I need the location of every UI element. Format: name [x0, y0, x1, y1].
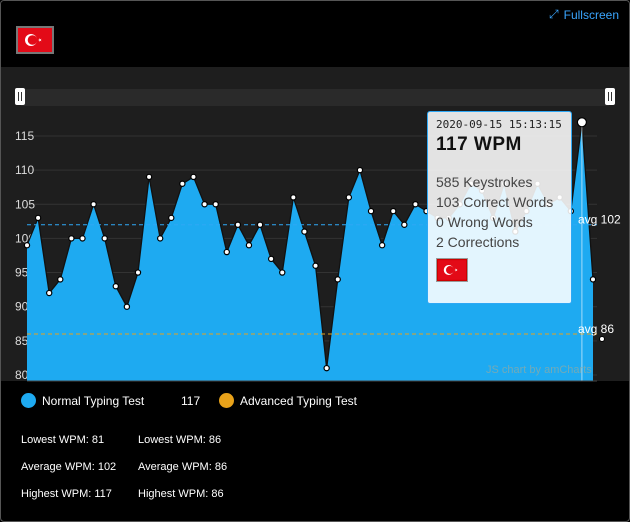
data-point	[323, 364, 330, 372]
average-guide-label: avg 86	[578, 322, 614, 336]
data-point	[112, 283, 119, 290]
legend-marker-normal[interactable]	[21, 393, 36, 408]
data-point	[190, 173, 197, 181]
tooltip-keystrokes: 585 Keystrokes	[436, 174, 533, 190]
data-point	[45, 289, 53, 297]
data-point	[345, 194, 353, 201]
data-point	[267, 255, 275, 263]
average-guide-label: avg 102	[578, 213, 621, 227]
tooltip-correct-words: 103 Correct Words	[436, 194, 554, 210]
typing-stats-widget: ⤢ Fullscreen 80 85 90 95 100 105 110 115 avg 102…	[0, 0, 630, 522]
advanced-average-wpm: Average WPM: 86	[138, 461, 228, 473]
data-point	[356, 166, 364, 174]
normal-average-wpm: Average WPM: 102	[21, 461, 117, 473]
data-point	[367, 207, 375, 215]
advanced-highest-wpm: Highest WPM: 86	[138, 488, 224, 500]
legend-label-normal[interactable]: Normal Typing Test	[42, 394, 181, 408]
y-tick-label: 85	[15, 334, 29, 348]
data-point	[589, 276, 597, 283]
data-point	[201, 201, 208, 208]
data-point	[179, 180, 186, 187]
data-point	[34, 214, 42, 222]
data-point	[223, 248, 230, 256]
data-point	[312, 262, 319, 269]
data-point	[290, 194, 297, 201]
data-point	[234, 221, 242, 228]
data-point	[90, 201, 97, 208]
chart-legend: Normal Typing Test 117 Advanced Typing T…	[21, 393, 357, 408]
y-tick-label: 115	[15, 129, 34, 143]
advanced-lowest-wpm: Lowest WPM: 86	[138, 434, 222, 446]
data-tooltip: 2020-09-15 15:13:15 117 WPM 585 Keystrok…	[427, 111, 572, 304]
legend-label-advanced[interactable]: Advanced Typing Test	[240, 394, 357, 408]
data-point	[378, 242, 386, 249]
data-point	[390, 207, 397, 215]
data-point	[334, 276, 341, 283]
data-point	[23, 242, 31, 249]
data-point	[168, 214, 175, 222]
data-point	[134, 269, 142, 276]
data-point	[145, 173, 153, 181]
data-point	[256, 221, 264, 228]
data-point	[576, 117, 588, 128]
normal-highest-wpm: Highest WPM: 117	[21, 488, 112, 500]
tooltip-flag-icon	[436, 258, 468, 282]
tooltip-corrections: 2 Corrections	[436, 234, 520, 250]
data-point	[412, 201, 419, 208]
chart-credit[interactable]: JS chart by amCharts	[486, 364, 592, 376]
data-point	[245, 242, 253, 249]
data-point	[599, 336, 605, 342]
data-point	[101, 235, 108, 242]
y-tick-label: 95	[15, 266, 29, 280]
y-tick-label: 90	[15, 300, 29, 314]
data-point	[401, 221, 408, 228]
data-point	[212, 201, 219, 208]
data-point	[79, 235, 86, 242]
legend-marker-advanced[interactable]	[219, 393, 234, 408]
y-tick-label: 80	[15, 368, 29, 382]
y-tick-label: 110	[15, 163, 34, 177]
data-point	[301, 228, 308, 235]
data-point	[57, 276, 64, 283]
tooltip-wrong-words: 0 Wrong Words	[436, 214, 533, 230]
normal-lowest-wpm: Lowest WPM: 81	[21, 434, 105, 446]
data-point	[279, 269, 286, 276]
legend-value-normal: 117	[181, 393, 201, 408]
data-point	[156, 235, 164, 242]
tooltip-wpm: 117 WPM	[436, 134, 522, 155]
data-point	[68, 235, 75, 242]
data-point	[123, 303, 131, 310]
wpm-stats: Lowest WPM: 81 Lowest WPM: 86 Average WP…	[21, 434, 227, 515]
y-tick-label: 105	[15, 197, 35, 211]
tooltip-date: 2020-09-15 15:13:15	[436, 118, 562, 131]
